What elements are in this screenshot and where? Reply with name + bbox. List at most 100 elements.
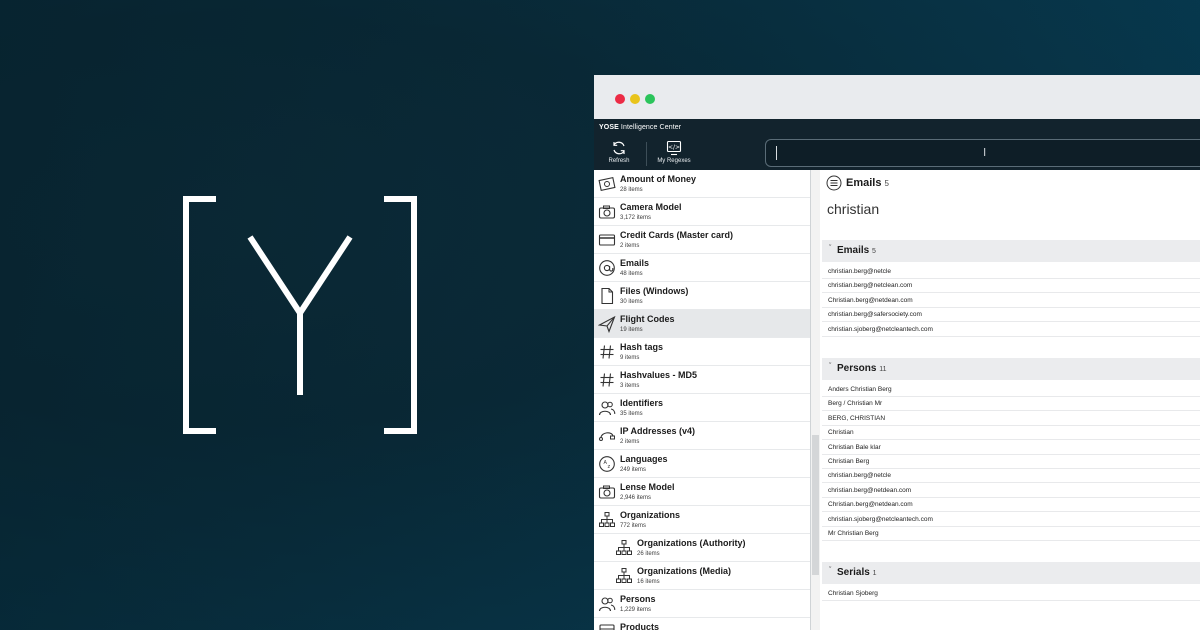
- sidebar-item[interactable]: Amount of Money 28 items: [594, 170, 810, 198]
- svg-text:</>: </>: [668, 144, 680, 151]
- yose-logo: [182, 195, 418, 435]
- results-title: Emails 5: [846, 177, 889, 189]
- camera-icon: [598, 205, 616, 219]
- sidebar-item-count: 2,946 items: [620, 495, 652, 501]
- sidebar-item-count: 30 items: [620, 299, 643, 305]
- sidebar-scrollbar-thumb[interactable]: [812, 435, 819, 575]
- sidebar-item-label: Lense Model: [620, 482, 675, 492]
- result-row[interactable]: christian.berg@netcle: [822, 468, 1200, 484]
- sidebar-item[interactable]: Products47 items: [594, 618, 810, 630]
- result-row[interactable]: Berg / Christian Mr: [822, 396, 1200, 412]
- sidebar-item-label: Products: [620, 622, 660, 630]
- app-window: YOSE Intelligence Center Refresh </> My …: [594, 75, 1200, 630]
- sidebar-item-label: Hashvalues - MD5: [620, 370, 698, 380]
- chevron-down-icon[interactable]: ˇ: [829, 567, 831, 574]
- org-chart-icon: [616, 540, 632, 555]
- refresh-button[interactable]: Refresh: [606, 140, 632, 164]
- sidebar-item[interactable]: Files (Windows) 30 items: [594, 282, 810, 310]
- sidebar-item-label: Credit Cards (Master card): [620, 230, 734, 240]
- result-row[interactable]: Christian Bale klar: [822, 440, 1200, 455]
- sidebar-item[interactable]: Credit Cards (Master card) 2 items: [594, 226, 810, 254]
- sidebar-item-count: 35 items: [620, 411, 643, 417]
- sidebar-item-count: 2 items: [620, 439, 640, 445]
- result-row[interactable]: BERG, CHRISTIAN: [822, 411, 1200, 426]
- close-window-button[interactable]: [615, 94, 625, 104]
- sidebar-item-count: 28 items: [620, 187, 643, 193]
- sidebar-item-label: Hash tags: [620, 342, 664, 352]
- sidebar-item-label: Persons: [620, 594, 656, 604]
- regex-monitor-icon: </>: [666, 140, 682, 156]
- chevron-down-icon[interactable]: ˇ: [829, 363, 831, 370]
- language-icon: Az: [599, 456, 615, 472]
- text-caret: [776, 146, 777, 160]
- result-row[interactable]: Mr Christian Berg: [822, 526, 1200, 541]
- sidebar-item[interactable]: Organizations (Authority) 26 items: [594, 534, 810, 562]
- sidebar-item-count: 2 items: [620, 243, 640, 249]
- sidebar-item[interactable]: Lense Model 2,946 items: [594, 478, 810, 506]
- result-row[interactable]: Christian Berg: [822, 454, 1200, 469]
- sidebar-item-count: 48 items: [620, 271, 643, 277]
- result-row[interactable]: christian.berg@netcle: [822, 264, 1200, 279]
- sidebar-item[interactable]: Organizations 772 items: [594, 506, 810, 534]
- sidebar-item-count: 9 items: [620, 355, 640, 361]
- sidebar-item[interactable]: Emails 48 items: [594, 254, 810, 282]
- sidebar-item-count: 26 items: [637, 551, 660, 557]
- result-row[interactable]: christian.sjoberg@netcleantech.com: [822, 322, 1200, 337]
- result-row[interactable]: christian.sjoberg@netcleantech.com: [822, 512, 1200, 527]
- sidebar-item[interactable]: Camera Model 3,172 items: [594, 198, 810, 226]
- credit-card-icon: [598, 234, 616, 246]
- my-regexes-button[interactable]: </> My Regexes: [653, 140, 695, 164]
- money-icon: [598, 177, 616, 191]
- org-chart-icon: [616, 568, 632, 583]
- sidebar-item[interactable]: Hashvalues - MD5 3 items: [594, 366, 810, 394]
- sidebar-item-label: Organizations (Media): [637, 566, 732, 576]
- sidebar-item-label: Flight Codes: [620, 314, 675, 324]
- list-menu-icon[interactable]: [826, 175, 842, 191]
- sidebar-item[interactable]: Flight Codes 19 items: [594, 310, 810, 338]
- window-titlebar: [594, 75, 1200, 119]
- sidebar-item-label: Organizations (Authority): [637, 538, 746, 548]
- airplane-icon: [598, 315, 616, 333]
- result-row[interactable]: Christian.berg@netdean.com: [822, 497, 1200, 513]
- result-group-header[interactable]: ˇ Serials 1: [822, 562, 1200, 585]
- chevron-down-icon[interactable]: ˇ: [829, 245, 831, 252]
- sidebar-item[interactable]: IP Addresses (v4) 2 items: [594, 422, 810, 450]
- camera-icon: [598, 485, 616, 499]
- sidebar-item-label: Languages: [620, 454, 668, 464]
- result-group-header[interactable]: ˇ Persons 11: [822, 358, 1200, 380]
- sidebar-item-count: 249 items: [620, 467, 647, 473]
- hash-icon: [600, 373, 614, 387]
- sidebar-item-label: Amount of Money: [620, 174, 696, 184]
- result-row[interactable]: Anders Christian Berg: [822, 382, 1200, 397]
- at-sign-icon: [599, 260, 615, 276]
- sidebar-item[interactable]: Az Languages 249 items: [594, 450, 810, 478]
- sidebar-item-count: 772 items: [620, 523, 647, 529]
- box-icon: [599, 624, 615, 630]
- result-group-header[interactable]: ˇ Emails 5: [822, 240, 1200, 262]
- sidebar-item[interactable]: Organizations (Media) 16 items: [594, 562, 810, 590]
- sidebar-item[interactable]: Hash tags 9 items: [594, 338, 810, 366]
- search-input[interactable]: I: [765, 139, 1200, 167]
- result-row[interactable]: christian.berg@netclean.com: [822, 278, 1200, 294]
- result-row[interactable]: christian.berg@safersociety.com: [822, 307, 1200, 323]
- sidebar-item-label: Identifiers: [620, 398, 664, 408]
- sidebar-item-label: Organizations: [620, 510, 681, 520]
- sidebar-item[interactable]: Persons 1,229 items: [594, 590, 810, 618]
- sidebar-item-count: 1,229 items: [620, 607, 652, 613]
- sidebar-item-count: 3 items: [620, 383, 640, 389]
- sidebar-item[interactable]: Identifiers 35 items: [594, 394, 810, 422]
- refresh-icon: [613, 141, 625, 155]
- result-row[interactable]: Christian Sjoberg: [822, 586, 1200, 602]
- sidebar-item-label: IP Addresses (v4): [620, 426, 696, 436]
- file-icon: [601, 287, 614, 305]
- result-row[interactable]: Christian: [822, 425, 1200, 441]
- maximize-window-button[interactable]: [645, 94, 655, 104]
- mouse-cursor-ibeam-icon: I: [983, 146, 987, 159]
- network-icon: [599, 432, 615, 441]
- result-row[interactable]: Christian.berg@netdean.com: [822, 293, 1200, 308]
- app-brand: YOSE Intelligence Center: [599, 124, 682, 131]
- minimize-window-button[interactable]: [630, 94, 640, 104]
- result-row[interactable]: christian.berg@netdean.com: [822, 483, 1200, 498]
- sidebar-item-count: 3,172 items: [620, 215, 652, 221]
- sidebar-item-count: 19 items: [620, 327, 643, 333]
